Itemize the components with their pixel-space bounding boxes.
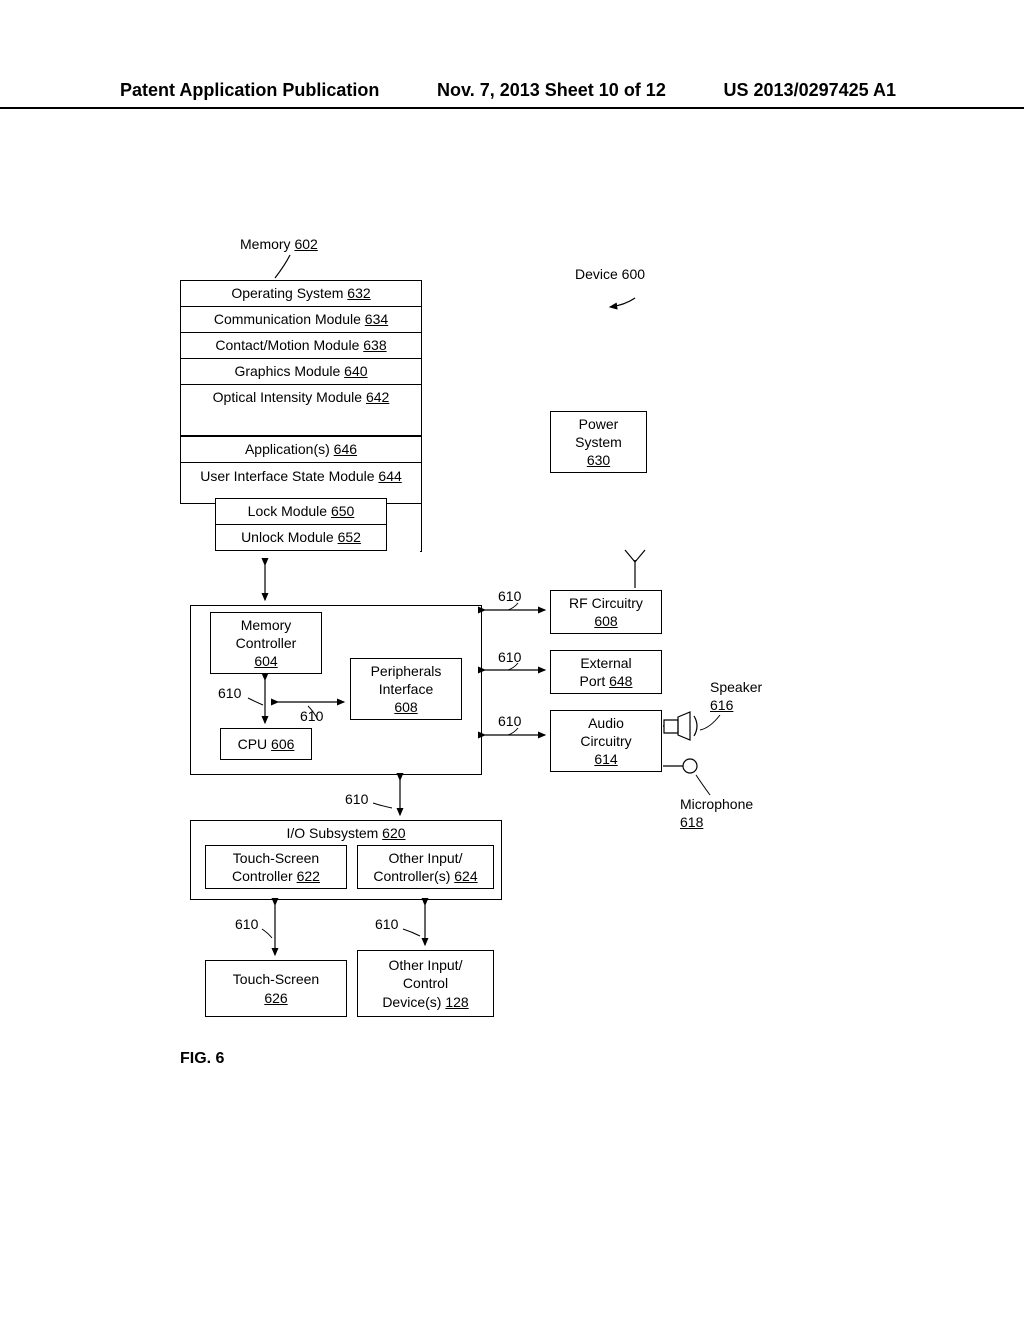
figure-label: FIG. 6 (180, 1050, 224, 1068)
header-center: Nov. 7, 2013 Sheet 10 of 12 (437, 80, 666, 101)
block-diagram: Memory 602 Device 600 Operating System 6… (180, 250, 810, 1080)
connectors (180, 250, 810, 1080)
page-header: Patent Application Publication Nov. 7, 2… (0, 80, 1024, 109)
header-left: Patent Application Publication (120, 80, 379, 101)
header-right: US 2013/0297425 A1 (724, 80, 896, 101)
